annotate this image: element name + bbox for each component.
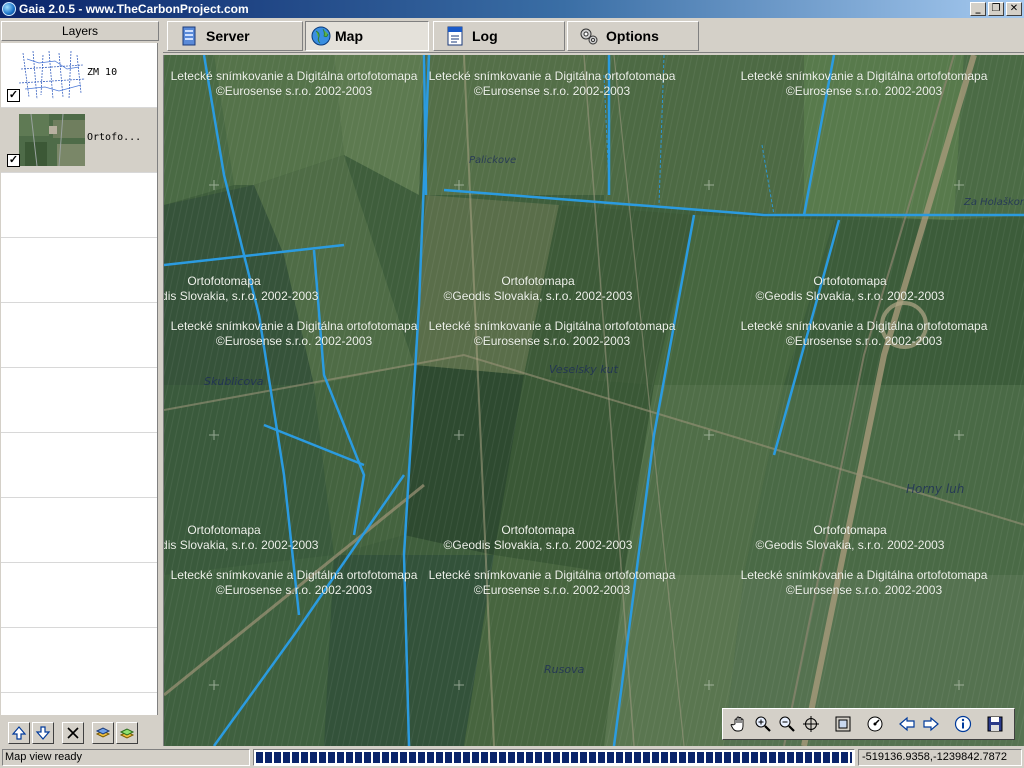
main-tab-bar: Server Map Log Options (163, 19, 1024, 53)
watermark-geodis: Ortofotomapa©Geodis Slovakia, s.r.o. 200… (443, 523, 633, 552)
tab-map-label: Map (335, 28, 363, 44)
place-label: Rusova (544, 663, 585, 676)
layer-toolbar (0, 719, 162, 746)
save-icon (987, 716, 1003, 732)
options-icon (580, 28, 598, 45)
arrow-down-icon (35, 725, 51, 740)
next-view-button[interactable] (920, 713, 942, 735)
watermark-eurosense: Letecké snímkovanie a Digitálna ortofoto… (170, 319, 418, 348)
center-map-button[interactable] (800, 713, 822, 735)
layers-header[interactable]: Layers (1, 21, 159, 41)
empty-layer-row (1, 368, 157, 433)
gaia-window: Gaia 2.0.5 - www.TheCarbonProject.com _ … (0, 0, 1024, 768)
zoom-in-button[interactable] (752, 713, 774, 735)
tab-options-label: Options (606, 28, 659, 44)
globe-app-icon (2, 2, 16, 16)
refresh-icon (867, 716, 883, 732)
layer-visibility-checkbox-ortofoto[interactable]: ✓ (7, 154, 20, 167)
layer-thumbnail-ortofoto (19, 114, 85, 166)
empty-layer-row (1, 498, 157, 563)
place-label: Palickove (469, 155, 516, 166)
empty-layer-row (1, 173, 157, 238)
add-layer-button[interactable] (92, 721, 114, 744)
server-icon (182, 26, 196, 46)
full-extent-icon (835, 716, 851, 732)
watermark-eurosense: Letecké snímkovanie a Digitálna ortofoto… (740, 568, 988, 597)
identify-button[interactable] (952, 713, 974, 735)
progress-bar (253, 749, 855, 766)
watermark-eurosense: Letecké snímkovanie a Digitálna ortofoto… (428, 69, 676, 98)
empty-layer-row (1, 563, 157, 628)
place-label: Veselsky kut (549, 363, 619, 376)
watermark-geodis: Ortofotomapa©Geodis Slovakia, s.r.o. 200… (164, 274, 319, 303)
maximize-button[interactable]: ❐ (988, 2, 1004, 16)
watermark-geodis: Ortofotomapa©Geodis Slovakia, s.r.o. 200… (443, 274, 633, 303)
zoom-out-icon (779, 716, 795, 732)
minimize-button[interactable]: _ (970, 2, 986, 16)
save-map-button[interactable] (984, 713, 1006, 735)
map-view[interactable]: Palickove Veselsky kut Skublicova Horny … (163, 55, 1024, 746)
progress-bar-fill (256, 752, 852, 763)
close-button[interactable]: ✕ (1006, 2, 1022, 16)
layer-name-ortofoto: Ortofo... (87, 132, 142, 143)
pan-tool-button[interactable] (728, 713, 750, 735)
zoom-in-icon (755, 716, 771, 732)
watermark-geodis: Ortofotomapa©Geodis Slovakia, s.r.o. 200… (164, 523, 319, 552)
arrow-up-icon (11, 725, 27, 740)
status-message: Map view ready (2, 749, 250, 766)
layer-item-zm10[interactable]: ZM 10 ✓ (1, 43, 157, 108)
globe-icon (311, 26, 331, 46)
coordinates-readout: -519136.9358,-1239842.7872 (858, 749, 1022, 766)
pan-icon (730, 716, 744, 732)
center-icon (803, 716, 819, 732)
empty-layer-row (1, 433, 157, 498)
place-label: Skublicova (204, 375, 264, 388)
watermark-eurosense: Letecké snímkovanie a Digitálna ortofoto… (170, 568, 418, 597)
tab-server-label: Server (206, 28, 250, 44)
place-label: Horny luh (906, 482, 964, 496)
empty-layer-row (1, 628, 157, 693)
back-icon (899, 716, 915, 732)
layer-list[interactable]: ZM 10 ✓ Ortofo... ✓ (1, 43, 158, 715)
layer-properties-button[interactable] (116, 721, 138, 744)
log-icon (447, 26, 463, 46)
watermark-eurosense: Letecké snímkovanie a Digitálna ortofoto… (428, 319, 676, 348)
remove-layer-button[interactable] (62, 721, 84, 744)
zoom-out-button[interactable] (776, 713, 798, 735)
tab-log-label: Log (472, 28, 498, 44)
layer-visibility-checkbox-zm10[interactable]: ✓ (7, 89, 20, 102)
layer-thumbnail-zm10 (19, 49, 85, 101)
full-extent-button[interactable] (832, 713, 854, 735)
window-title: Gaia 2.0.5 - www.TheCarbonProject.com (19, 2, 249, 16)
tab-log[interactable]: Log (433, 21, 565, 51)
layer-item-ortofoto[interactable]: Ortofo... ✓ (1, 108, 157, 173)
move-layer-up-button[interactable] (8, 721, 30, 744)
tab-map[interactable]: Map (305, 21, 429, 51)
watermark-eurosense: Letecké snímkovanie a Digitálna ortofoto… (740, 319, 988, 348)
title-bar[interactable]: Gaia 2.0.5 - www.TheCarbonProject.com _ … (0, 0, 1024, 18)
empty-layer-row (1, 238, 157, 303)
tab-server[interactable]: Server (167, 21, 303, 51)
refresh-map-button[interactable] (864, 713, 886, 735)
watermark-eurosense: Letecké snímkovanie a Digitálna ortofoto… (428, 568, 676, 597)
tab-options[interactable]: Options (567, 21, 699, 51)
watermark-eurosense: Letecké snímkovanie a Digitálna ortofoto… (740, 69, 988, 98)
layers-properties-icon (119, 727, 135, 739)
status-bar: Map view ready -519136.9358,-1239842.787… (0, 747, 1024, 768)
watermark-geodis: Ortofotomapa©Geodis Slovakia, s.r.o. 200… (755, 523, 945, 552)
move-layer-down-button[interactable] (32, 721, 54, 744)
watermark-geodis: Ortofotomapa©Geodis Slovakia, s.r.o. 200… (755, 274, 945, 303)
map-toolbar (722, 708, 1015, 740)
layers-panel: Layers ZM 10 ✓ Ortofo... ✓ (0, 19, 162, 746)
info-icon (954, 715, 972, 733)
orthophoto-map-image: Palickove Veselsky kut Skublicova Horny … (164, 55, 1024, 746)
layer-name-zm10: ZM 10 (87, 67, 118, 78)
place-label: Za Holaškom (963, 196, 1024, 208)
forward-icon (923, 716, 939, 732)
empty-layer-row (1, 303, 157, 368)
layers-add-icon (95, 726, 111, 738)
delete-icon (67, 726, 79, 739)
watermark-eurosense: Letecké snímkovanie a Digitálna ortofoto… (170, 69, 418, 98)
previous-view-button[interactable] (896, 713, 918, 735)
